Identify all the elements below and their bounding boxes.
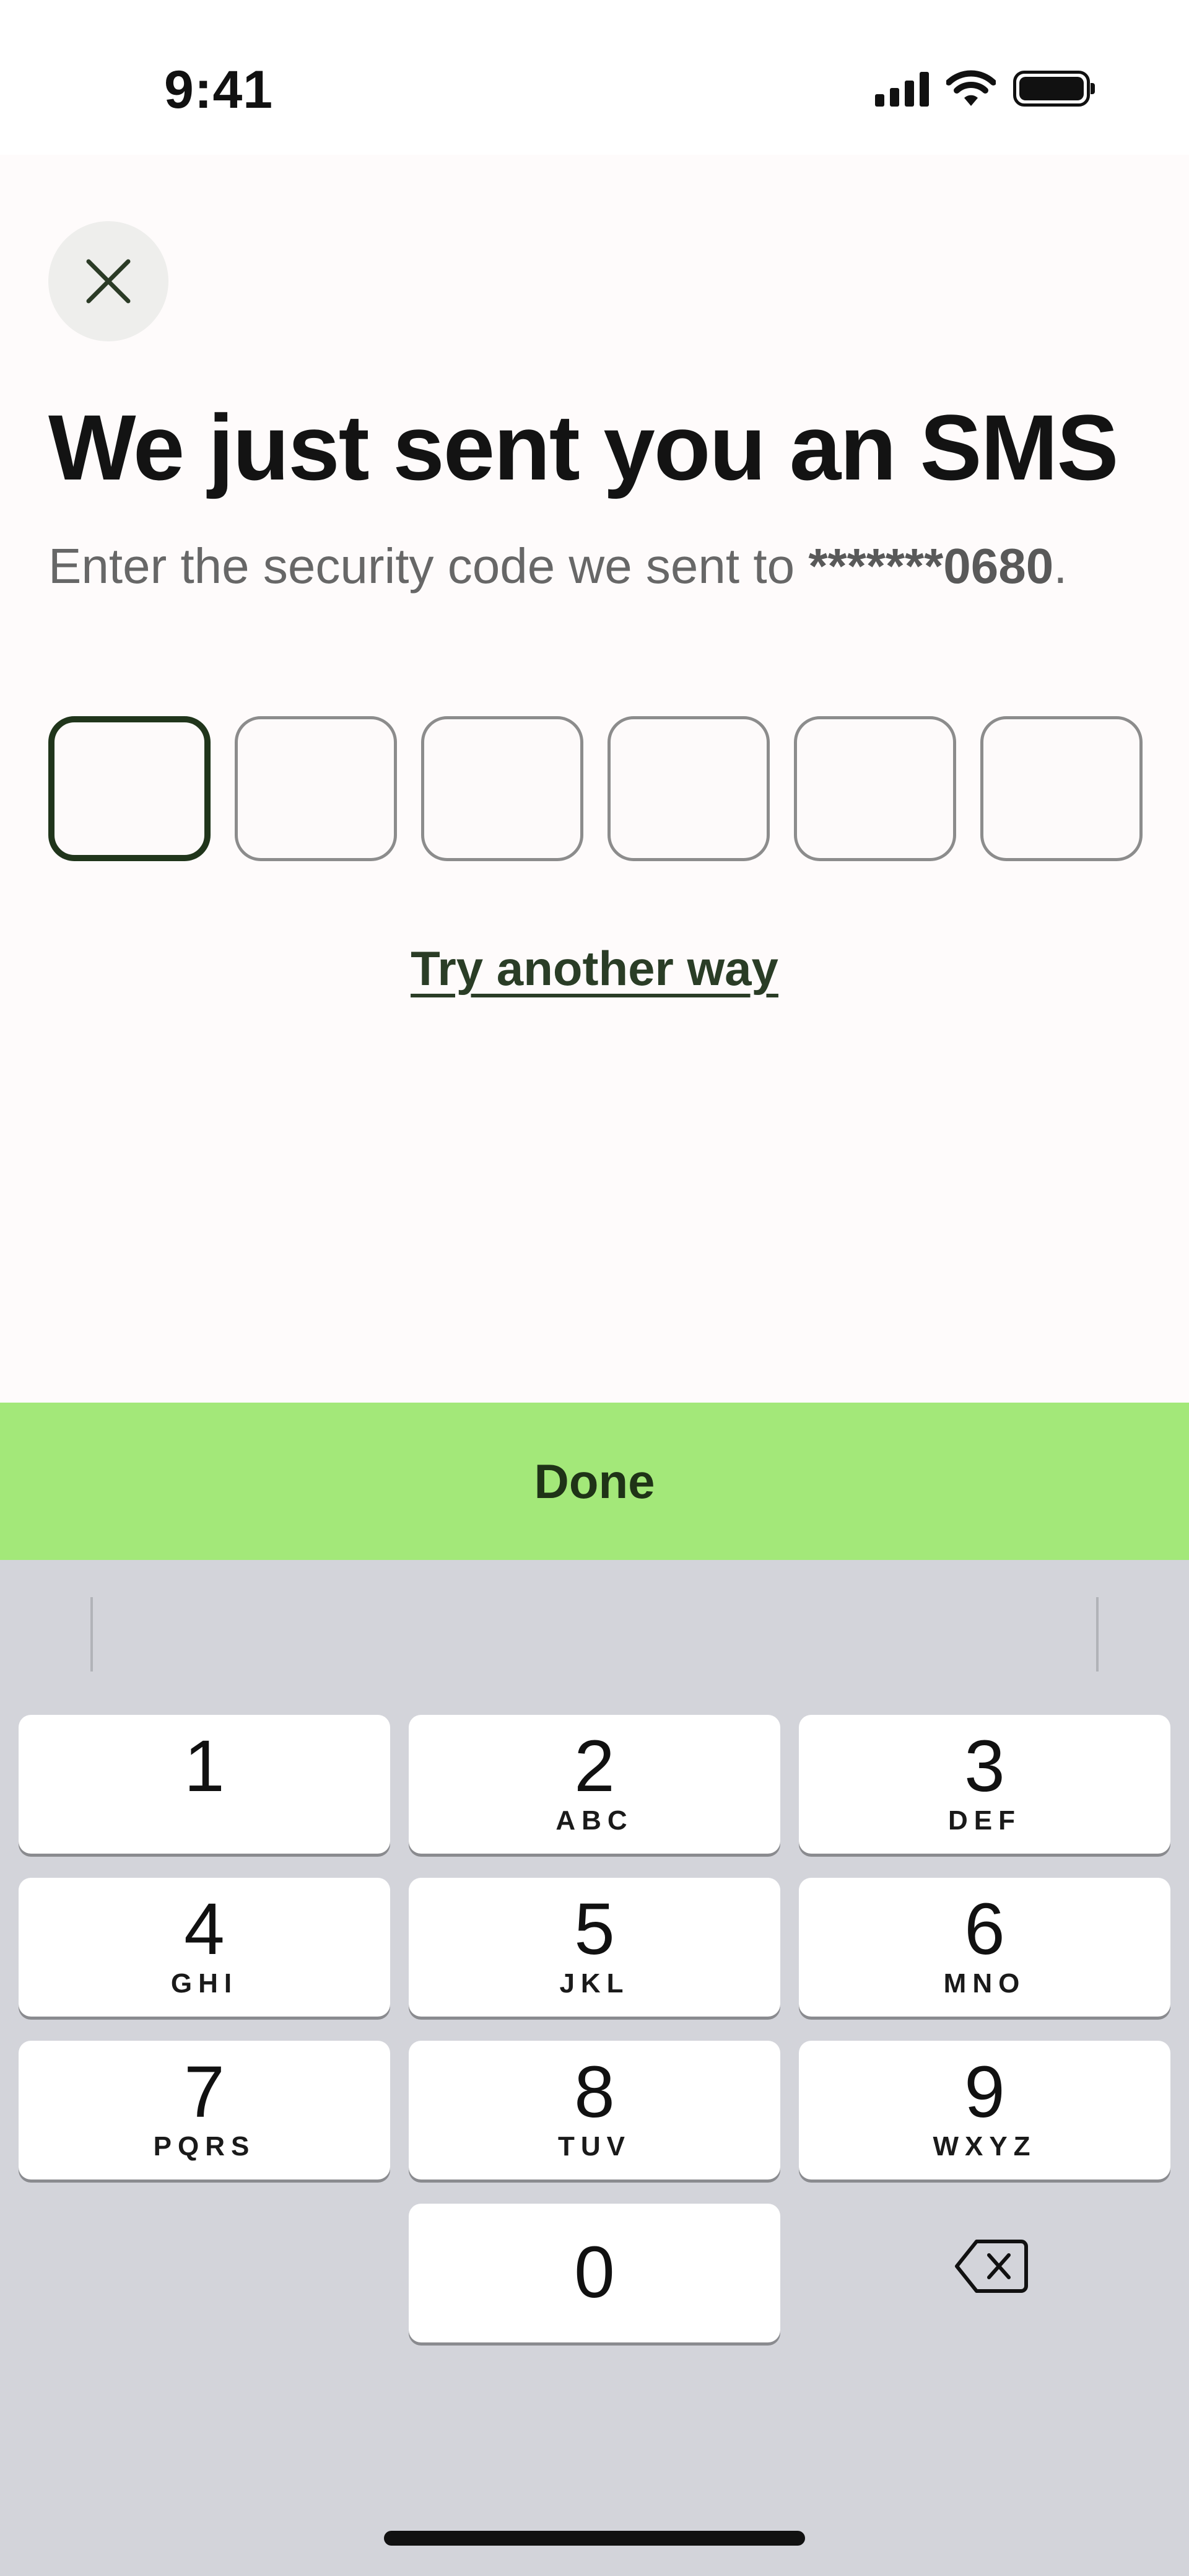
key-5[interactable]: 5 JKL <box>409 1878 780 2017</box>
key-letters: WXYZ <box>933 2131 1037 2162</box>
security-code-input[interactable] <box>48 716 1143 861</box>
code-digit-box-2[interactable] <box>235 716 397 861</box>
key-digit: 2 <box>574 1725 615 1807</box>
done-button[interactable]: Done <box>0 1403 1189 1560</box>
cellular-signal-icon <box>875 71 929 107</box>
code-digit-box-5[interactable] <box>794 716 956 861</box>
key-digit: 0 <box>574 2232 615 2313</box>
instruction-text: Enter the security code we sent to *****… <box>48 530 1101 603</box>
masked-phone-number: *******0680 <box>808 538 1054 594</box>
key-digit: 3 <box>964 1725 1005 1807</box>
key-letters: PQRS <box>153 2131 256 2162</box>
numeric-keypad: 1 2 ABC 3 DEF 4 GHI 5 JKL 6 MNO 7 PQRS 8… <box>0 1560 1189 2576</box>
key-3[interactable]: 3 DEF <box>799 1715 1170 1854</box>
key-digit: 1 <box>184 1725 225 1807</box>
try-another-way-link[interactable]: Try another way <box>0 940 1189 997</box>
key-8[interactable]: 8 TUV <box>409 2041 780 2180</box>
key-6[interactable]: 6 MNO <box>799 1878 1170 2017</box>
home-indicator <box>384 2531 805 2546</box>
key-9[interactable]: 9 WXYZ <box>799 2041 1170 2180</box>
key-letters: GHI <box>170 1968 238 1999</box>
suggestion-divider-left <box>90 1597 93 1671</box>
key-7[interactable]: 7 PQRS <box>19 2041 390 2180</box>
key-digit: 9 <box>964 2051 1005 2133</box>
code-digit-box-1[interactable] <box>48 716 211 861</box>
status-bar: 9:41 <box>0 0 1189 155</box>
battery-icon <box>1013 71 1095 107</box>
key-digit: 5 <box>574 1888 615 1970</box>
wifi-icon <box>946 70 996 106</box>
instruction-prefix: Enter the security code we sent to <box>48 538 809 594</box>
key-0[interactable]: 0 <box>409 2204 780 2342</box>
code-digit-box-3[interactable] <box>421 716 583 861</box>
key-letters: JKL <box>559 1968 630 1999</box>
delete-key[interactable] <box>954 2235 1029 2297</box>
page-title: We just sent you an SMS <box>48 395 1119 499</box>
key-digit: 4 <box>184 1888 225 1970</box>
code-digit-box-6[interactable] <box>980 716 1143 861</box>
delete-backspace-icon <box>955 2240 1028 2293</box>
key-4[interactable]: 4 GHI <box>19 1878 390 2017</box>
key-1[interactable]: 1 <box>19 1715 390 1854</box>
close-icon <box>86 259 131 304</box>
key-letters: TUV <box>558 2131 631 2162</box>
key-letters: MNO <box>943 1968 1026 1999</box>
instruction-suffix: . <box>1053 538 1068 594</box>
key-digit: 6 <box>964 1888 1005 1970</box>
key-letters: ABC <box>555 1805 634 1836</box>
key-2[interactable]: 2 ABC <box>409 1715 780 1854</box>
status-time: 9:41 <box>164 60 274 120</box>
suggestion-divider-right <box>1096 1597 1099 1671</box>
status-icons <box>875 67 1095 110</box>
close-button[interactable] <box>48 221 168 341</box>
code-digit-box-4[interactable] <box>608 716 770 861</box>
key-digit: 7 <box>184 2051 225 2133</box>
key-digit: 8 <box>574 2051 615 2133</box>
key-letters: DEF <box>948 1805 1021 1836</box>
